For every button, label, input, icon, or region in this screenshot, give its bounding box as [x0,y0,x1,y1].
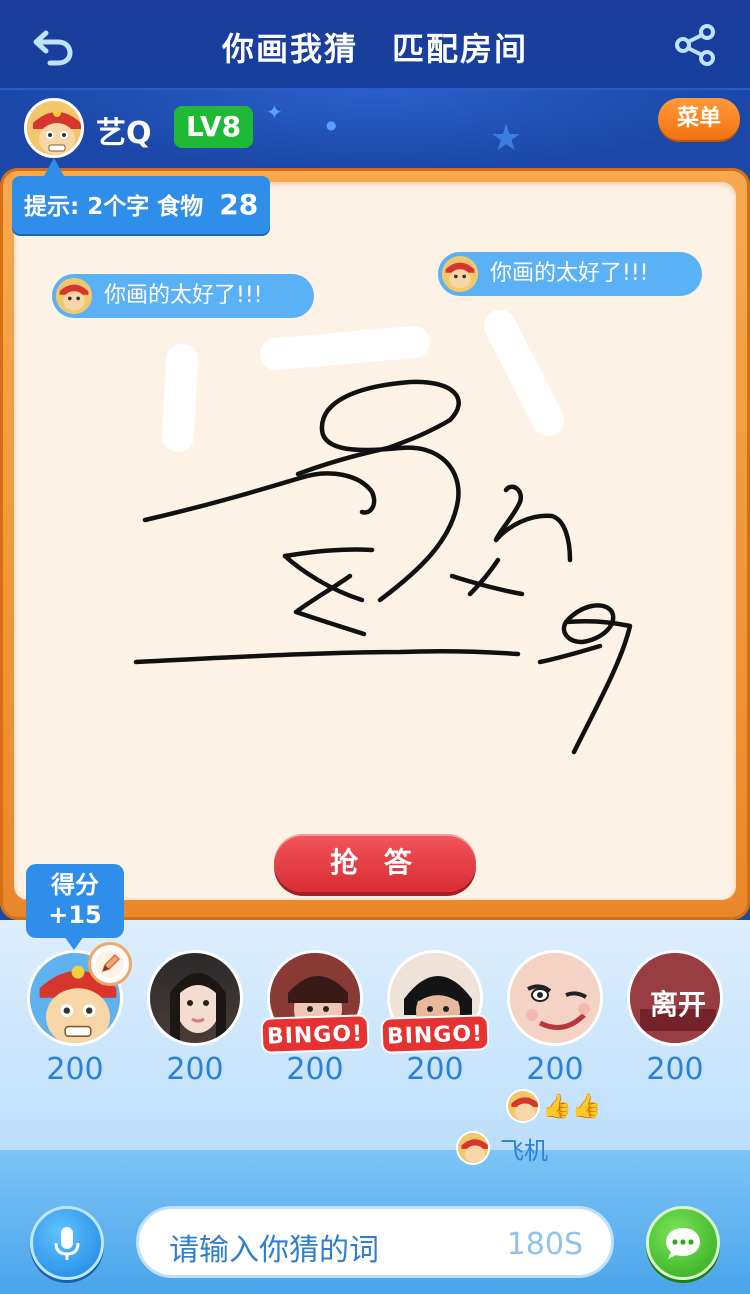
player-slot[interactable]: BINGO! 200 [260,950,370,1087]
ink-stroke [282,547,375,559]
ink-stroke [561,603,633,755]
avatar [56,278,92,314]
photo-avatar-icon [510,953,600,1043]
ink-stroke [295,379,461,603]
leave-label: 离开 [649,988,706,1021]
player-score: 200 [406,1052,464,1087]
chat-text: 你画的太好了!!! [104,283,263,308]
avatar [147,950,243,1046]
monkey-avatar-icon [442,256,478,292]
player-score: 200 [46,1052,104,1087]
ink-stroke [142,471,377,523]
avatar: 离开 [627,950,723,1046]
ink-stroke [133,648,521,665]
gift-row: 飞机 [456,1130,548,1166]
player-score: 200 [166,1052,224,1087]
thumbs-up-icon: 👍👍 [542,1092,602,1120]
avatar [442,256,478,292]
voice-button[interactable] [30,1206,104,1280]
ink-stroke [449,573,525,597]
microphone-icon [54,1227,80,1260]
monkey-avatar-icon [458,1133,488,1163]
chat-text: 你画的太好了!!! [490,261,649,286]
score-popup-value: +15 [48,901,102,929]
likes-row: 👍👍 [506,1088,602,1124]
ink-stroke [537,643,603,665]
avatar [506,1089,540,1123]
eraser-stroke [162,344,198,452]
guess-input-placeholder: 请输入你猜的词 [169,1233,379,1268]
monkey-avatar-icon [508,1091,538,1121]
eraser-stroke [260,326,430,370]
player-slot[interactable]: 200 [505,950,605,1087]
hint-bubble: 提示: 2个字 食物 28 [12,176,271,234]
player-slot[interactable]: 200 [145,950,245,1087]
photo-avatar-icon [170,973,226,1043]
drawer-badge [88,942,132,986]
guess-input[interactable]: 请输入你猜的词 180S [136,1206,614,1278]
player-score: 200 [286,1052,344,1087]
score-popup: 得分 +15 [26,864,124,938]
bingo-badge: BINGO! [380,1014,490,1054]
hint-countdown: 28 [219,188,259,221]
hint-bubble-tail [44,158,64,176]
avatar [507,950,603,1046]
drawing-strokes [133,310,633,755]
chat-button[interactable] [646,1206,720,1280]
player-score: 200 [526,1052,584,1087]
pencil-icon [96,950,124,978]
gift-text: 飞机 [500,1136,548,1165]
player-slot[interactable]: BINGO! 200 [380,950,490,1087]
round-timer: 180S [506,1227,583,1262]
player-score: 200 [646,1052,704,1087]
monkey-avatar-icon [56,278,92,314]
chat-bubble-icon [666,1228,700,1259]
score-popup-label: 得分 [51,871,99,899]
chat-bubble: 你画的太好了!!! [52,274,314,318]
answer-button[interactable]: 抢 答 [274,834,476,892]
app-root: 你画我猜 匹配房间 艺Q LV8 ✦ ★ ● 菜单 提示: 2个字 食物 28 … [0,0,750,1294]
bingo-badge: BINGO! [260,1014,370,1054]
hint-text: 提示: 2个字 食物 [24,194,204,220]
eraser-stroke [484,310,564,436]
player-slot[interactable]: 离开 200 [625,950,725,1087]
score-popup-tail [64,936,84,950]
ink-stroke [493,484,573,563]
chat-bubble: 你画的太好了!!! [438,252,702,296]
avatar [456,1131,490,1165]
